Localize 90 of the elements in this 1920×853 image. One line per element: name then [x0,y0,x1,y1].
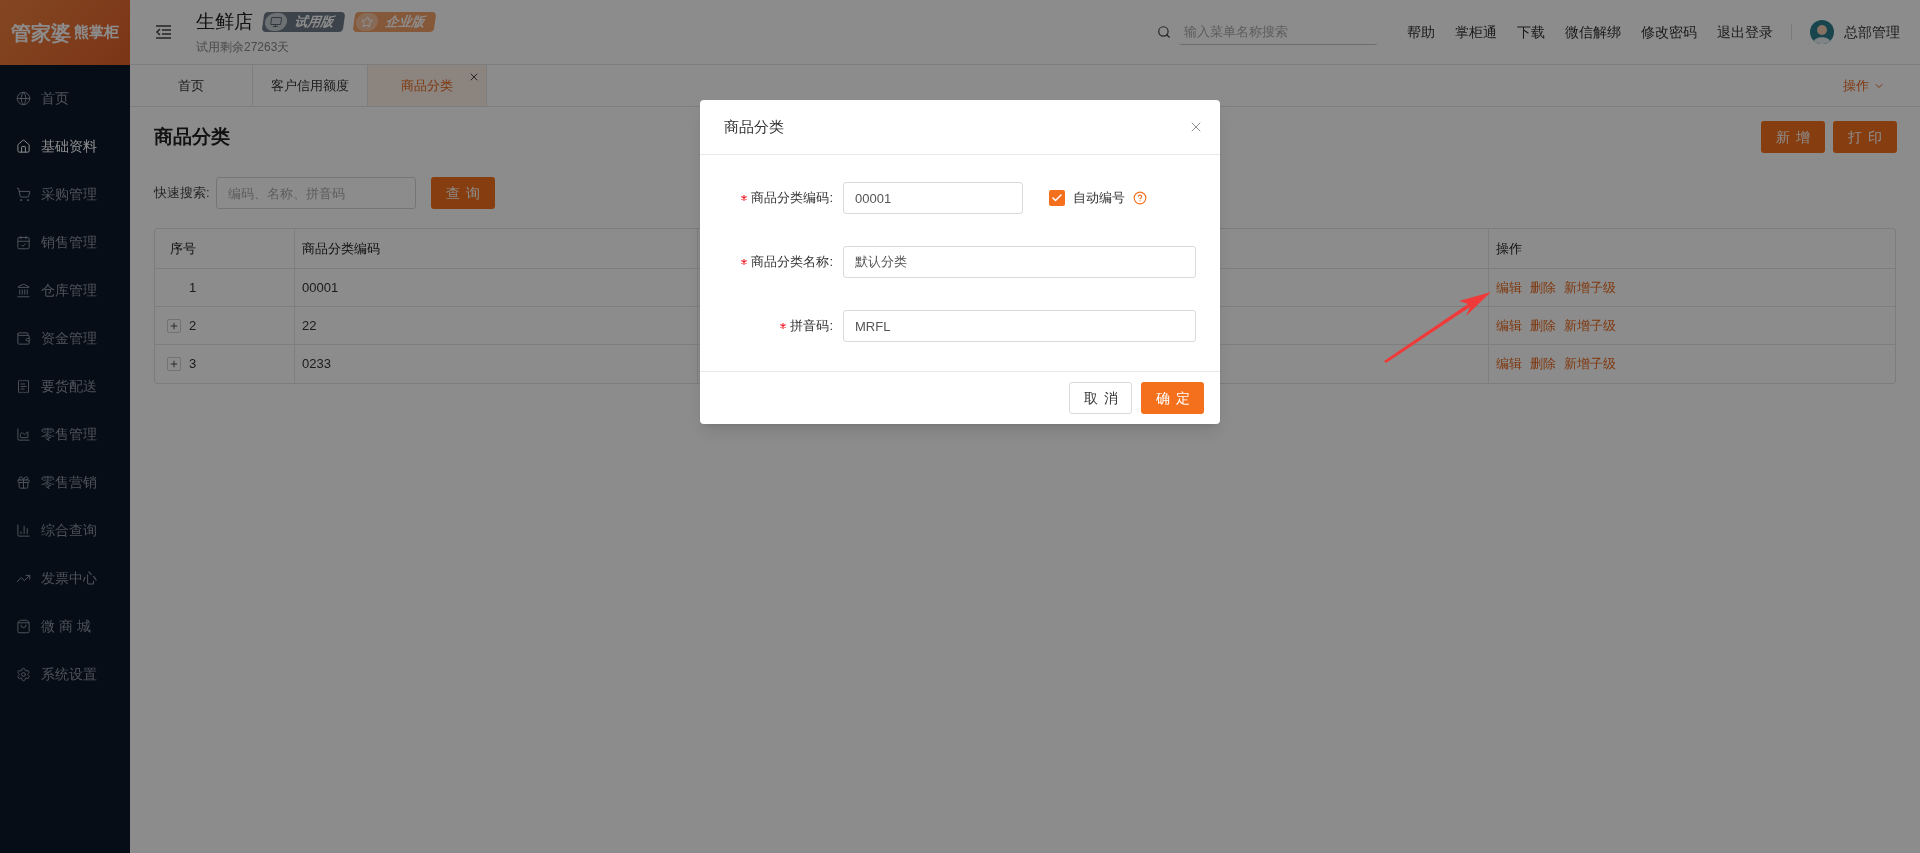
logo-brand: 管家婆 [11,20,71,46]
table-cell: 00001 [295,269,698,306]
row-index: 2 [189,316,197,335]
sidebar-item[interactable]: 采购管理 [0,170,130,218]
home-icon [16,138,31,154]
header-link[interactable]: 掌柜通 [1455,21,1497,43]
gift-icon [16,474,31,490]
plus-icon [169,320,179,331]
trial-note: 试用剩余27263天 [196,39,291,57]
required-icon [741,195,748,201]
sidebar-item[interactable]: 微 商 城 [0,602,130,650]
dialog-title: 商品分类 [724,116,784,137]
bar-chart-icon [16,522,31,538]
row-action-link[interactable]: 编辑 [1496,315,1522,336]
dialog-button[interactable]: 取消 [1069,382,1132,414]
row-action-link[interactable]: 删除 [1530,354,1556,374]
row-action-link[interactable]: 新增子级 [1564,315,1616,336]
user-name[interactable]: 总部管理 [1844,21,1900,43]
star-icon [360,16,374,28]
row-action-link[interactable]: 新增子级 [1564,277,1616,298]
query-button[interactable]: 查询 [430,177,495,209]
edition-badge: 企业版 [352,12,437,32]
sidebar-item[interactable]: 销售管理 [0,218,130,266]
bank-icon [16,282,31,298]
table-cell: 22 [295,307,698,344]
text-field[interactable]: 默认分类 [843,246,1196,278]
avatar[interactable] [1810,20,1834,44]
required-icon [780,323,787,329]
column-header: 序号 [155,229,295,268]
toolbar-button[interactable]: 新增 [1761,121,1825,153]
help-icon[interactable] [1133,191,1147,205]
wallet-icon [16,330,31,346]
table-cell: 0233 [295,345,698,383]
row-action-link[interactable]: 删除 [1530,277,1556,298]
toolbar-button[interactable]: 打印 [1833,121,1897,153]
dialog-button[interactable]: 确定 [1141,382,1204,414]
logo-product: 熊掌柜 [74,22,119,43]
required-icon [741,259,748,265]
header-link[interactable]: 退出登录 [1717,21,1773,43]
close-icon[interactable] [468,71,480,83]
expand-toggle[interactable] [167,357,181,371]
bag-icon [16,618,31,634]
row-index: 1 [189,278,197,297]
sidebar-item[interactable]: 综合查询 [0,506,130,554]
checkbox[interactable] [1049,190,1065,206]
check-icon [1051,192,1063,204]
column-header: 操作 [1495,239,1523,258]
header-link[interactable]: 下载 [1517,21,1545,43]
edition-badge: 试用版 [261,12,346,32]
text-field[interactable]: 00001 [843,182,1023,214]
sidebar-item[interactable]: 零售管理 [0,410,130,458]
sidebar-item[interactable]: 首页 [0,74,130,122]
plus-icon [169,359,179,369]
page-tab[interactable]: 商品分类 [368,65,487,106]
row-action-link[interactable]: 新增子级 [1564,354,1616,374]
row-action-link[interactable]: 编辑 [1496,354,1522,374]
sidebar-item[interactable]: 资金管理 [0,314,130,362]
header-link[interactable]: 微信解绑 [1565,21,1621,43]
field-label: 商品分类名称: [751,253,833,272]
actions-menu[interactable]: 操作 [1843,75,1885,96]
receipt-icon [16,378,31,394]
area-chart-icon [16,426,31,442]
globe-icon [16,90,31,106]
sidebar-item[interactable]: 要货配送 [0,362,130,410]
sidebar-item[interactable]: 基础资料 [0,122,130,170]
header-link[interactable]: 修改密码 [1641,21,1697,43]
header-link[interactable]: 帮助 [1407,21,1435,43]
cart-icon [16,186,31,202]
calendar-icon [16,234,31,250]
menu-icon[interactable] [155,25,172,39]
field-label: 商品分类编码: [751,189,833,208]
field-label: 拼音码: [790,317,833,336]
quick-search-label: 快速搜索: [154,184,210,203]
expand-toggle[interactable] [167,318,181,333]
sidebar-item[interactable]: 仓库管理 [0,266,130,314]
row-action-link[interactable]: 编辑 [1496,277,1522,298]
column-header: 商品分类编码 [295,229,698,268]
monitor-icon [269,16,283,28]
search-icon [1157,25,1171,39]
sidebar-item[interactable]: 发票中心 [0,554,130,602]
row-action-link[interactable]: 删除 [1530,315,1556,336]
page-tab[interactable]: 首页 [130,65,253,106]
row-index: 3 [189,355,197,374]
store-name: 生鲜店 [196,9,253,34]
checkbox-label: 自动编号 [1073,189,1125,208]
sidebar-item[interactable]: 系统设置 [0,650,130,698]
sidebar-item[interactable]: 零售营销 [0,458,130,506]
settings-icon [16,666,31,682]
text-field[interactable]: MRFL [843,310,1196,342]
page-title: 商品分类 [154,124,230,149]
